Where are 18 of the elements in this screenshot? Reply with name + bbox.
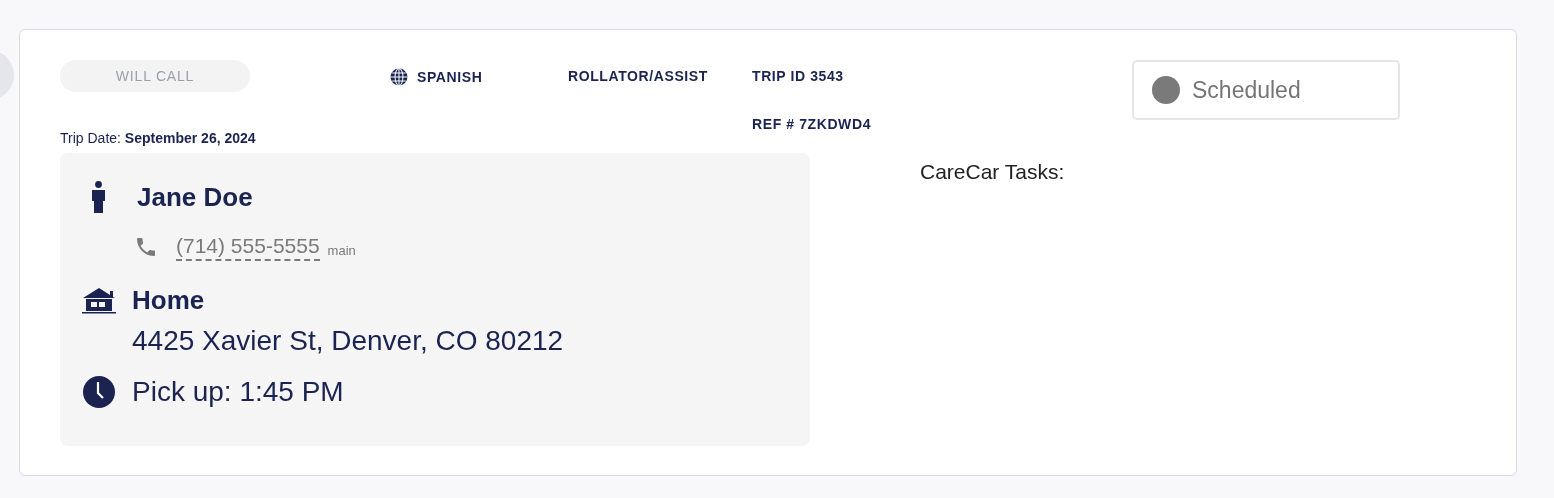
- rider-name: Jane Doe: [137, 181, 253, 213]
- person-icon: [92, 181, 105, 213]
- globe-icon: [390, 68, 408, 86]
- mobility-label: ROLLATOR/ASSIST: [568, 68, 708, 84]
- reference-number: REF # 7ZKDWD4: [752, 116, 872, 132]
- status-dropdown[interactable]: Scheduled: [1132, 60, 1400, 120]
- trip-date: Trip Date: September 26, 2024: [60, 130, 257, 148]
- trip-id: TRIP ID 3543: [752, 68, 844, 84]
- phone-type: main: [327, 241, 356, 258]
- pickup-time: Pick up: 1:45 PM: [132, 376, 344, 408]
- phone-icon: [134, 235, 158, 259]
- clock-icon: [82, 375, 116, 409]
- language-label: SPANISH: [417, 69, 483, 85]
- tasks-heading: CareCar Tasks:: [920, 160, 1065, 183]
- status-label: Scheduled: [1192, 76, 1301, 104]
- address: 4425 Xavier St, Denver, CO 80212: [132, 325, 565, 357]
- location-name: Home: [132, 284, 205, 316]
- phone-link[interactable]: (714) 555-5555: [176, 233, 320, 261]
